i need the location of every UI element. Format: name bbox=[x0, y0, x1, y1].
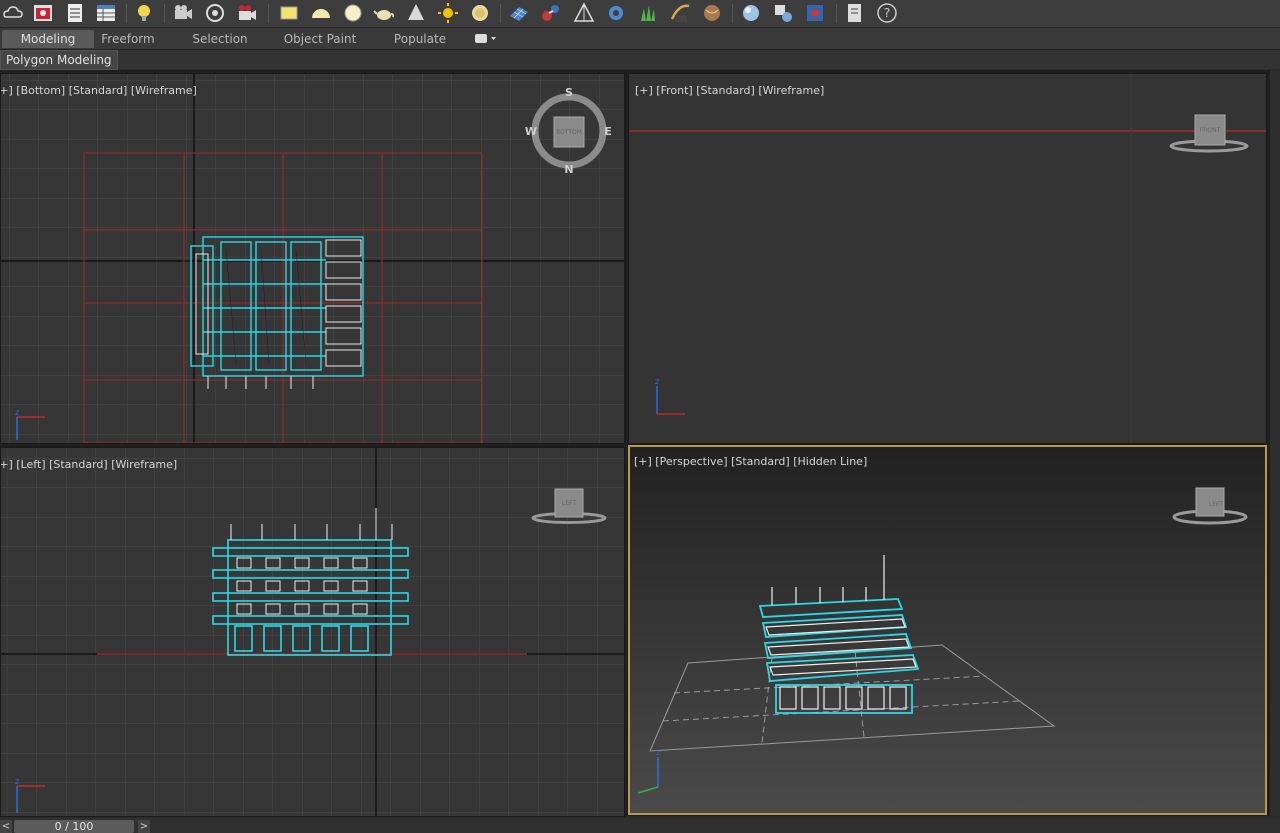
scene-explorer-icon[interactable] bbox=[95, 2, 117, 24]
light-bulb-icon[interactable] bbox=[134, 2, 156, 24]
viewport-bottom[interactable]: z BOTTOM S N W E [+] [Bottom] [Standard]… bbox=[0, 73, 625, 444]
viewcube-label: LEFT bbox=[1209, 501, 1223, 508]
tab-populate[interactable]: Populate bbox=[384, 30, 456, 48]
compass-south-label: S bbox=[565, 86, 573, 99]
molecule-icon[interactable] bbox=[540, 2, 562, 24]
compass-east-label: E bbox=[604, 125, 612, 138]
viewport-left[interactable]: z LEFT [+] [Left] [Standard] [Wireframe] bbox=[0, 447, 625, 817]
compass-west-label: W bbox=[525, 125, 537, 138]
svg-text:?: ? bbox=[884, 6, 890, 20]
cone-icon[interactable] bbox=[405, 2, 427, 24]
time-slider[interactable]: 0 / 100 bbox=[14, 820, 134, 833]
render-setup-icon[interactable] bbox=[804, 2, 826, 24]
prev-frame-button[interactable]: < bbox=[0, 820, 12, 833]
viewport-area: z BOTTOM S N W E [+] [Bottom] [Standard]… bbox=[0, 70, 1270, 817]
compass-tool-icon[interactable] bbox=[573, 2, 595, 24]
svg-text:z: z bbox=[15, 777, 19, 786]
tab-freeform[interactable]: Freeform bbox=[90, 30, 166, 48]
viewport-left-scene: z LEFT bbox=[1, 448, 624, 816]
sun-icon[interactable] bbox=[437, 2, 459, 24]
viewcube-label: LEFT bbox=[562, 500, 576, 507]
material-sphere-icon[interactable] bbox=[740, 2, 762, 24]
polygon-modeling-panel[interactable]: Polygon Modeling bbox=[0, 50, 118, 70]
teapot-icon[interactable] bbox=[373, 2, 395, 24]
ribbon-options-dropdown[interactable] bbox=[474, 32, 498, 45]
main-toolbar: ? bbox=[0, 0, 1280, 28]
svg-text:z: z bbox=[15, 408, 19, 417]
ribbon-tabs: Modeling Freeform Selection Object Paint… bbox=[0, 28, 1280, 50]
tab-object-paint[interactable]: Object Paint bbox=[278, 30, 362, 48]
viewport-front-scene: z FRONT bbox=[629, 74, 1266, 443]
chevron-down-icon bbox=[475, 34, 496, 43]
tab-selection[interactable]: Selection bbox=[182, 30, 258, 48]
layer-manager-icon[interactable] bbox=[64, 2, 86, 24]
viewcube-icon: FRONT bbox=[1169, 114, 1249, 153]
viewcube-label: FRONT bbox=[1200, 127, 1221, 134]
viewport-front[interactable]: z FRONT [+] [Front] [Standard] [Wirefram… bbox=[628, 73, 1267, 444]
grid-mesh-icon[interactable] bbox=[508, 2, 530, 24]
svg-text:z: z bbox=[655, 377, 659, 386]
viewport-perspective[interactable]: z LEFT [+] [Perspective] [Standard] [Hid… bbox=[628, 445, 1267, 815]
help-icon[interactable]: ? bbox=[876, 2, 898, 24]
svg-text:z: z bbox=[656, 748, 660, 757]
viewport-label[interactable]: [+] [Front] [Standard] [Wireframe] bbox=[635, 84, 824, 97]
video-camera-icon[interactable] bbox=[236, 2, 258, 24]
camera-icon[interactable] bbox=[172, 2, 194, 24]
viewport-label[interactable]: [+] [Bottom] [Standard] [Wireframe] bbox=[1, 84, 197, 97]
viewport-bottom-scene: z BOTTOM S N W E bbox=[1, 74, 624, 443]
disc-icon[interactable] bbox=[469, 2, 491, 24]
document-icon[interactable] bbox=[844, 2, 866, 24]
viewcube-label: BOTTOM bbox=[556, 129, 582, 136]
sound-icon[interactable] bbox=[204, 2, 226, 24]
viewport-label[interactable]: [+] [Left] [Standard] [Wireframe] bbox=[1, 458, 177, 471]
material-editor-icon[interactable] bbox=[772, 2, 794, 24]
render-frame-icon[interactable] bbox=[32, 2, 54, 24]
cloth-icon[interactable] bbox=[701, 2, 723, 24]
ribbon-subpanel: Polygon Modeling bbox=[0, 50, 1280, 70]
time-slider-bar: < 0 / 100 > bbox=[0, 818, 1280, 833]
hemisphere-icon[interactable] bbox=[310, 2, 332, 24]
grass-icon[interactable] bbox=[637, 2, 659, 24]
viewport-perspective-scene: z LEFT bbox=[630, 447, 1265, 813]
viewport-label[interactable]: [+] [Perspective] [Standard] [Hidden Lin… bbox=[634, 455, 867, 468]
gear-icon[interactable] bbox=[605, 2, 627, 24]
plane-icon[interactable] bbox=[278, 2, 300, 24]
command-panel-edge[interactable] bbox=[1270, 70, 1280, 816]
sphere-icon[interactable] bbox=[342, 2, 364, 24]
hair-fur-icon[interactable] bbox=[669, 2, 691, 24]
tab-modeling[interactable]: Modeling bbox=[2, 30, 94, 48]
compass-north-label: N bbox=[564, 163, 573, 176]
cloud-icon[interactable] bbox=[2, 2, 24, 24]
next-frame-button[interactable]: > bbox=[138, 820, 150, 833]
